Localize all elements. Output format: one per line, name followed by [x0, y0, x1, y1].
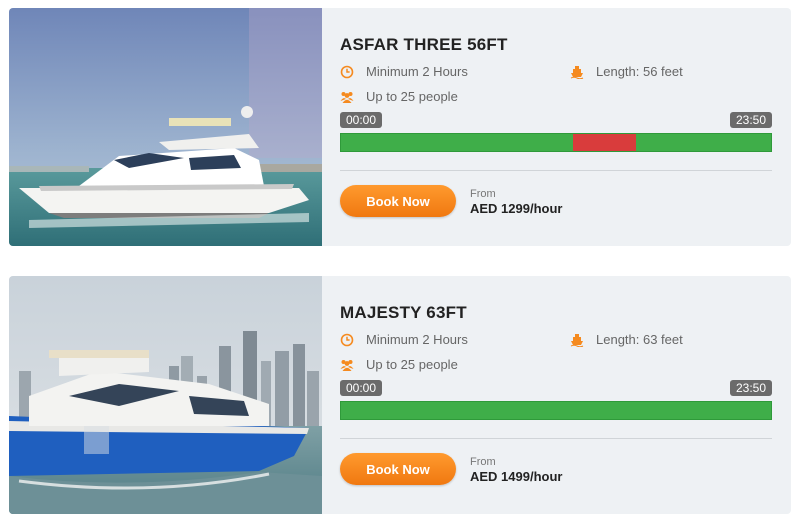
booked-slot: [573, 134, 636, 151]
divider: [340, 170, 772, 171]
price: AED 1299/hour: [470, 201, 563, 216]
min-hours-text: Minimum 2 Hours: [366, 332, 468, 347]
yacht-length: Length: 63 feet: [570, 332, 683, 347]
length-text: Length: 56 feet: [596, 64, 683, 79]
white-yacht-photo[interactable]: [9, 8, 322, 246]
time-end-badge: 23:50: [729, 380, 772, 396]
availability-bar[interactable]: [340, 133, 772, 152]
book-now-button[interactable]: Book Now: [340, 453, 456, 485]
price: AED 1499/hour: [470, 469, 563, 484]
capacity: Up to 25 people: [340, 357, 458, 372]
yacht-title: ASFAR THREE 56FT: [340, 35, 508, 54]
time-start-badge: 00:00: [340, 112, 383, 128]
yacht-card: ASFAR THREE 56FT Minimum 2 Hours Length:…: [9, 8, 791, 246]
yacht-card: MAJESTY 63FT Minimum 2 Hours Length: 63 …: [9, 276, 791, 514]
divider: [340, 438, 772, 439]
yacht-title: MAJESTY 63FT: [340, 303, 467, 322]
people-icon: [340, 358, 354, 372]
time-start-badge: 00:00: [340, 380, 383, 396]
min-hours: Minimum 2 Hours: [340, 64, 468, 79]
book-now-button[interactable]: Book Now: [340, 185, 456, 217]
availability-bar[interactable]: [340, 401, 772, 420]
yacht-length: Length: 56 feet: [570, 64, 683, 79]
blue-yacht-photo[interactable]: [9, 276, 322, 514]
capacity: Up to 25 people: [340, 89, 458, 104]
time-end-badge: 23:50: [729, 112, 772, 128]
capacity-text: Up to 25 people: [366, 357, 458, 372]
capacity-text: Up to 25 people: [366, 89, 458, 104]
clock-icon: [340, 65, 354, 79]
yacht-info: ASFAR THREE 56FT Minimum 2 Hours Length:…: [340, 8, 772, 246]
min-hours-text: Minimum 2 Hours: [366, 64, 468, 79]
length-text: Length: 63 feet: [596, 332, 683, 347]
ship-icon: [570, 65, 584, 79]
price-from-label: From: [470, 188, 496, 200]
price-from-label: From: [470, 456, 496, 468]
min-hours: Minimum 2 Hours: [340, 332, 468, 347]
yacht-info: MAJESTY 63FT Minimum 2 Hours Length: 63 …: [340, 276, 772, 514]
ship-icon: [570, 333, 584, 347]
people-icon: [340, 90, 354, 104]
clock-icon: [340, 333, 354, 347]
